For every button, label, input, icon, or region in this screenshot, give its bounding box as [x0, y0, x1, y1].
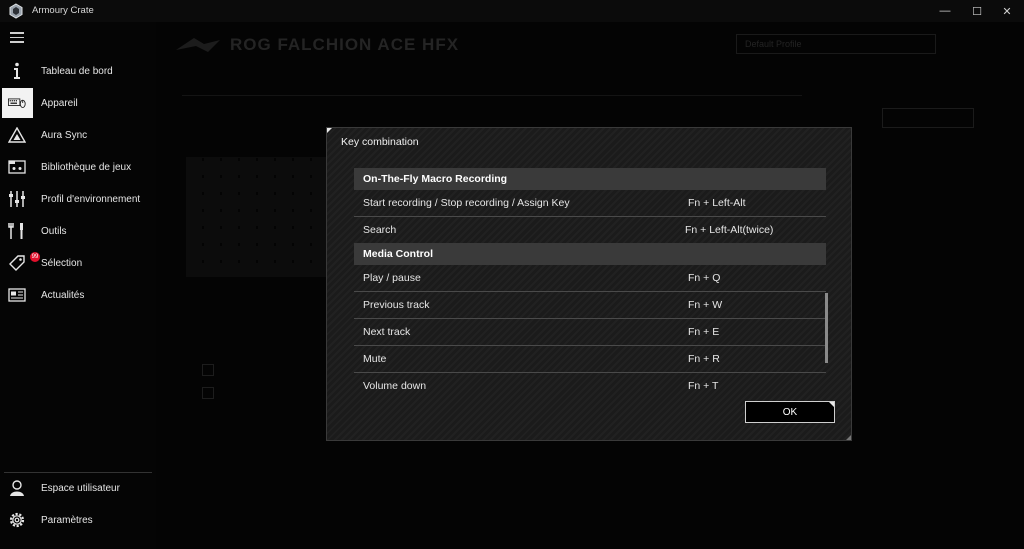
game-library-icon	[8, 158, 26, 176]
dialog-title: Key combination	[341, 136, 419, 148]
list-item: Start recording / Stop recording / Assig…	[354, 190, 826, 217]
sidebar-item-label: Outils	[41, 225, 67, 237]
scrollbar[interactable]	[825, 168, 829, 389]
hamburger-menu-icon[interactable]	[10, 32, 24, 44]
rog-logo-icon	[176, 38, 220, 52]
armoury-crate-logo-icon	[9, 3, 23, 19]
list-item: Next track Fn + E	[354, 319, 826, 346]
sliders-icon	[8, 190, 26, 208]
background-button	[882, 108, 974, 128]
background-checkbox	[202, 387, 214, 399]
background-checkbox	[202, 364, 214, 376]
news-icon	[8, 286, 26, 304]
sidebar-item-settings[interactable]: Paramètres	[0, 504, 156, 536]
list-item: Search Fn + Left-Alt(twice)	[354, 217, 826, 244]
sidebar-item-tools[interactable]: Outils	[0, 215, 156, 247]
sidebar-item-environment-profile[interactable]: Profil d'environnement	[0, 183, 156, 215]
close-button[interactable]: ✕	[990, 0, 1024, 22]
sidebar-item-label: Paramètres	[41, 514, 93, 526]
sidebar: Tableau de bord Appareil Aura Sync Bibli…	[0, 22, 156, 549]
list-item: Mute Fn + R	[354, 346, 826, 373]
aura-sync-icon	[8, 126, 26, 144]
title-bar: Armoury Crate — ☐ ✕	[0, 0, 1024, 22]
sidebar-item-dashboard[interactable]: Tableau de bord	[0, 55, 156, 87]
key-combination-dialog: Key combination On-The-Fly Macro Recordi…	[326, 127, 852, 441]
section-header: Media Control	[354, 243, 826, 265]
tag-icon: 99	[8, 252, 40, 272]
sidebar-item-label: Profil d'environnement	[41, 193, 141, 205]
key-combination-list[interactable]: On-The-Fly Macro Recording Start recordi…	[354, 168, 827, 389]
device-tabs	[182, 74, 802, 96]
sidebar-item-label: Espace utilisateur	[41, 482, 120, 494]
tools-icon	[8, 222, 26, 240]
maximize-button[interactable]: ☐	[960, 0, 994, 22]
sidebar-item-label: Aura Sync	[41, 129, 88, 141]
minimize-button[interactable]: —	[928, 0, 962, 22]
gear-icon	[8, 511, 26, 529]
list-item: Volume down Fn + T	[354, 373, 826, 389]
sidebar-item-label: Bibliothèque de jeux	[41, 161, 132, 173]
list-item: Previous track Fn + W	[354, 292, 826, 319]
info-icon	[8, 62, 26, 80]
keyboard-mouse-icon	[8, 94, 26, 112]
device-title: ROG FALCHION ACE HFX	[230, 35, 460, 54]
sidebar-item-game-library[interactable]: Bibliothèque de jeux	[0, 151, 156, 183]
notification-badge: 99	[30, 252, 40, 262]
ok-button[interactable]: OK	[745, 401, 835, 423]
scrollbar-thumb[interactable]	[825, 293, 828, 363]
sidebar-item-aura-sync[interactable]: Aura Sync	[0, 119, 156, 151]
user-icon	[8, 479, 26, 497]
sidebar-item-label: Actualités	[41, 289, 85, 301]
sidebar-item-selection[interactable]: 99 Sélection	[0, 247, 156, 279]
window-title: Armoury Crate	[32, 5, 94, 16]
list-item: Play / pause Fn + Q	[354, 265, 826, 292]
sidebar-item-device[interactable]: Appareil	[0, 87, 156, 119]
sidebar-item-label: Appareil	[41, 97, 78, 109]
section-header: On-The-Fly Macro Recording	[354, 168, 826, 190]
sidebar-item-label: Sélection	[41, 257, 83, 269]
profile-dropdown: Default Profile	[736, 34, 936, 54]
sidebar-item-label: Tableau de bord	[41, 65, 113, 77]
sidebar-item-user-space[interactable]: Espace utilisateur	[0, 472, 156, 504]
sidebar-item-news[interactable]: Actualités	[0, 279, 156, 311]
